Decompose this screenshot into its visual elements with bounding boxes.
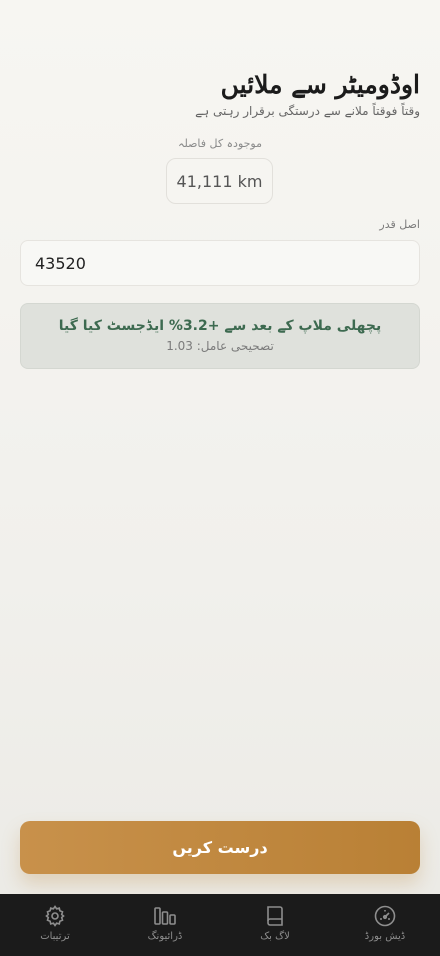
tab-driving[interactable]: ڈرائیونگ — [110, 894, 220, 956]
bottom-tab-bar: ترتیبات ڈرائیونگ لاگ بک ڈیش بورڈ — [0, 894, 440, 956]
actual-value-label: اصل قدر — [379, 218, 420, 231]
tab-settings[interactable]: ترتیبات — [0, 894, 110, 956]
page-subtitle: وقتاً فوقتاً ملانے سے درستگی برقرار رہتی… — [195, 104, 420, 118]
correction-factor: تصحیحی عامل: 1.03 — [166, 339, 274, 353]
tab-logbook-label: لاگ بک — [260, 931, 290, 942]
tab-dashboard[interactable]: ڈیش بورڈ — [330, 894, 440, 956]
tab-driving-label: ڈرائیونگ — [147, 931, 183, 942]
apply-correction-button[interactable]: درست کریں — [20, 821, 420, 874]
header: اوڈومیٹر سے ملائیں وقتاً فوقتاً ملانے سے… — [20, 70, 420, 118]
adjustment-message: پچھلی ملاپ کے بعد سے +3.2% ایڈجسٹ کیا گی… — [58, 318, 382, 334]
gear-icon — [45, 905, 65, 927]
bars-icon — [154, 907, 176, 925]
current-distance-label: موجودہ کل فاصلہ — [178, 137, 262, 150]
adjustment-info-card: پچھلی ملاپ کے بعد سے +3.2% ایڈجسٹ کیا گی… — [20, 303, 420, 369]
page-title: اوڈومیٹر سے ملائیں — [220, 70, 420, 99]
actual-value-input[interactable] — [20, 240, 420, 286]
tab-logbook[interactable]: لاگ بک — [220, 894, 330, 956]
gauge-icon — [374, 905, 396, 927]
current-distance-value: 41,111 km — [166, 158, 273, 204]
tab-dashboard-label: ڈیش بورڈ — [364, 931, 406, 942]
tab-settings-label: ترتیبات — [40, 931, 70, 942]
book-icon — [267, 906, 283, 926]
